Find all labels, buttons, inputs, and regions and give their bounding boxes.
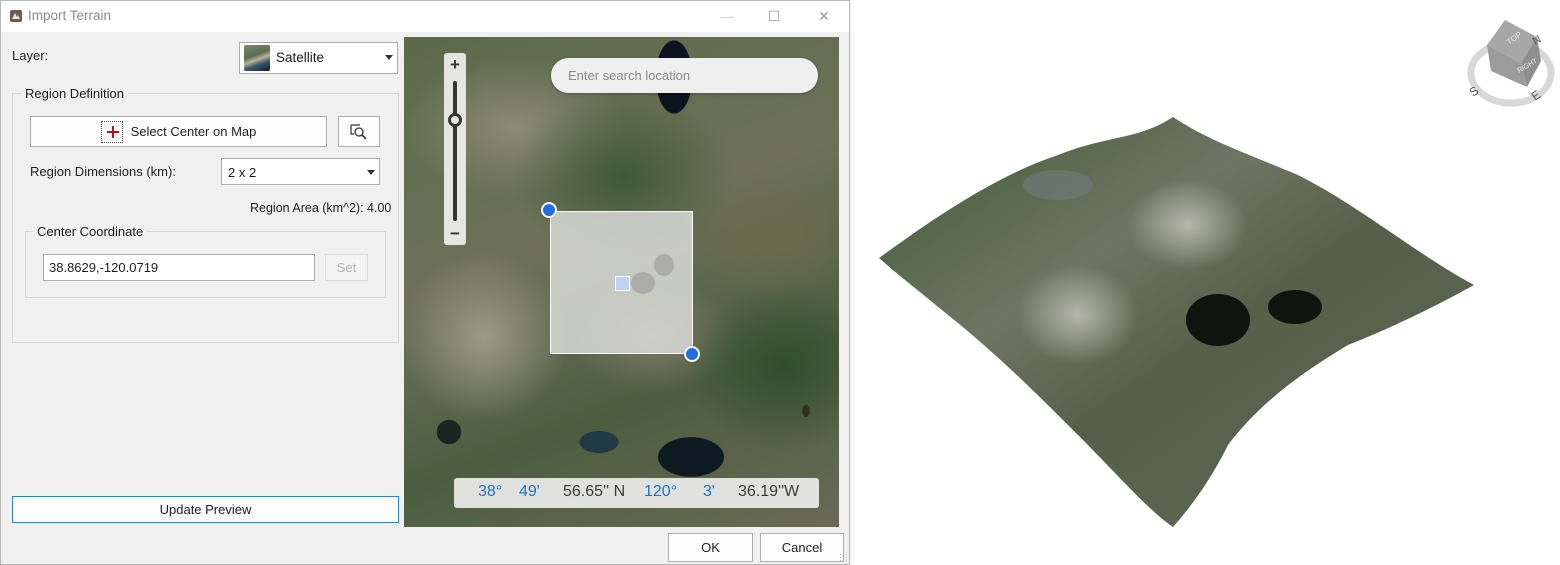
zoom-slider-thumb[interactable] bbox=[448, 112, 462, 127]
zoom-to-region-button[interactable] bbox=[338, 116, 380, 147]
terrain-3d-model[interactable] bbox=[878, 115, 1476, 530]
region-dimensions-value: 2 x 2 bbox=[228, 165, 257, 180]
set-label: Set bbox=[336, 260, 357, 275]
maximize-icon: ☐ bbox=[767, 7, 781, 24]
terrain-cirque bbox=[1023, 170, 1093, 200]
map-zoom-control: + − bbox=[444, 53, 466, 245]
terrain-highlight bbox=[1018, 265, 1138, 365]
latitude-degrees: 38° bbox=[478, 483, 503, 500]
select-center-label: Select Center on Map bbox=[130, 124, 257, 139]
zoom-out-button[interactable]: − bbox=[444, 225, 466, 243]
satellite-thumbnail-icon bbox=[244, 45, 270, 71]
search-placeholder: Enter search location bbox=[568, 68, 691, 83]
update-preview-button[interactable]: Update Preview bbox=[12, 496, 399, 523]
select-center-on-map-button[interactable]: Select Center on Map bbox=[30, 116, 327, 147]
ok-label: OK bbox=[701, 540, 720, 555]
region-handle-top-left[interactable] bbox=[541, 202, 557, 218]
set-coordinate-button[interactable]: Set bbox=[325, 254, 368, 281]
app-icon bbox=[10, 10, 22, 22]
region-handle-bottom-right[interactable] bbox=[684, 346, 700, 362]
title-bar[interactable]: Import Terrain — ☐ ✕ bbox=[1, 1, 849, 32]
cancel-button[interactable]: Cancel bbox=[760, 533, 844, 562]
window-title: Import Terrain bbox=[28, 8, 112, 23]
crosshair-icon bbox=[100, 120, 123, 143]
layer-dropdown[interactable]: Satellite bbox=[239, 42, 398, 74]
viewcube-navigator[interactable]: TOP RIGHT N S E bbox=[1465, 15, 1557, 107]
layer-selected-value: Satellite bbox=[276, 50, 325, 65]
region-selection-rectangle[interactable] bbox=[550, 211, 693, 354]
terrain-lake bbox=[1186, 294, 1250, 346]
cancel-label: Cancel bbox=[781, 540, 823, 555]
layer-label: Layer: bbox=[12, 48, 49, 63]
latitude-seconds: 56.65'' N bbox=[563, 483, 626, 500]
terrain-highlight bbox=[1128, 180, 1248, 270]
zoom-to-region-icon bbox=[350, 123, 367, 140]
region-definition-title: Region Definition bbox=[21, 86, 129, 101]
center-coordinate-input[interactable] bbox=[43, 254, 315, 281]
region-area-text: Region Area (km^2): 4.00 bbox=[250, 201, 392, 215]
minimize-button[interactable]: — bbox=[704, 1, 750, 31]
satellite-map[interactable]: + − Enter search location 38° 49' 56.65'… bbox=[404, 37, 839, 527]
import-terrain-dialog: Import Terrain — ☐ ✕ Layer: Satellite Re… bbox=[0, 0, 850, 565]
update-preview-label: Update Preview bbox=[159, 502, 252, 517]
region-center-marker[interactable] bbox=[615, 276, 630, 291]
close-button[interactable]: ✕ bbox=[801, 1, 847, 31]
close-icon: ✕ bbox=[818, 7, 830, 24]
maximize-button[interactable]: ☐ bbox=[751, 1, 797, 31]
terrain-lake bbox=[1268, 290, 1322, 324]
latitude-minutes: 49' bbox=[519, 483, 540, 500]
lake-shadow bbox=[631, 272, 655, 294]
chevron-down-icon bbox=[367, 170, 375, 175]
resize-grip[interactable] bbox=[839, 553, 849, 563]
location-search-box[interactable]: Enter search location bbox=[551, 58, 818, 93]
lake-shadow bbox=[654, 254, 674, 276]
longitude-minutes: 3' bbox=[703, 483, 715, 500]
longitude-seconds: 36.19''W bbox=[738, 483, 800, 500]
chevron-down-icon bbox=[385, 55, 393, 60]
zoom-slider-track[interactable] bbox=[453, 81, 457, 221]
minimize-icon: — bbox=[720, 8, 734, 24]
longitude-degrees: 120° bbox=[644, 483, 678, 500]
region-dimensions-label: Region Dimensions (km): bbox=[30, 164, 176, 179]
center-coordinate-title: Center Coordinate bbox=[33, 224, 148, 239]
terrain-surface bbox=[879, 117, 1474, 527]
region-dimensions-dropdown[interactable]: 2 x 2 bbox=[221, 158, 380, 185]
ok-button[interactable]: OK bbox=[668, 533, 753, 562]
zoom-in-button[interactable]: + bbox=[444, 56, 466, 74]
coordinate-readout: 38° 49' 56.65'' N 120° 3' 36.19''W bbox=[454, 478, 819, 508]
